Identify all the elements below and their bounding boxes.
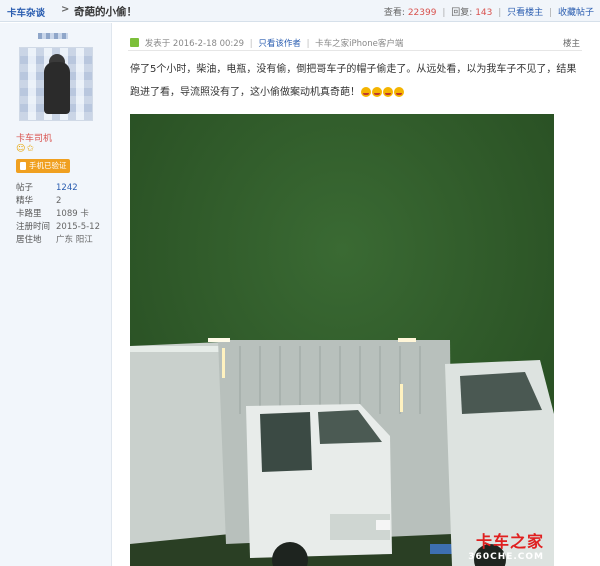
watermark-logo: 卡车之家 360CHE.COM <box>468 528 544 562</box>
phone-icon <box>20 162 26 170</box>
level-icons: ☺✩ <box>16 144 35 154</box>
post-time: 发表于 2016-2-18 00:29 <box>144 39 245 49</box>
breadcrumb-separator: > <box>61 4 70 15</box>
smile-icon: ☺ <box>16 144 27 154</box>
post-body: 停了5个小时，柴油，电瓶，没有偷，倒把哥车子的帽子偷走了。从远处看，以为我车子不… <box>130 58 582 106</box>
emoji-group <box>360 83 404 106</box>
post-image-icon <box>130 38 139 47</box>
thread-header: 卡车杂谈 > 奇葩的小偷！ 查看: 22399 | 回复: 143 | 只看楼主… <box>0 0 600 22</box>
floor-label: 楼主 <box>562 39 580 49</box>
laugh-emoji-icon <box>394 87 404 97</box>
laugh-emoji-icon <box>383 87 393 97</box>
user-rank: 卡车司机 <box>16 134 53 144</box>
divider <box>128 50 582 51</box>
user-info-row: 卡路里 1089 卡 <box>16 209 89 219</box>
user-info-row: 注册时间 2015-5-12 <box>16 222 100 232</box>
verified-label: 手机已验证 <box>29 161 67 170</box>
favorite-link[interactable]: 收藏帖子 <box>558 8 594 18</box>
truck-night-photo <box>130 114 554 566</box>
thread-stats: 查看: 22399 | 回复: 143 | 只看楼主 | 收藏帖子 <box>383 8 594 18</box>
user-info-row: 帖子 1242 <box>16 183 78 193</box>
user-info: 帖子 1242 精华 2 卡路里 1089 卡 注册时间 2015-5-12 居住地 广东… <box>16 182 108 247</box>
avatar[interactable] <box>19 47 93 121</box>
replies-count: 143 <box>475 8 493 18</box>
post-text: 停了5个小时，柴油，电瓶，没有偷，倒把哥车子的帽子偷走了。从远处看，以为我车子不… <box>130 64 577 98</box>
user-info-row: 居住地 广东 阳江 <box>16 235 93 245</box>
phone-verified-badge: 手机已验证 <box>16 159 70 173</box>
star-icon: ✩ <box>26 144 35 154</box>
user-panel: 卡车司机 ☺✩ 手机已验证 帖子 1242 精华 2 卡路里 1089 卡 注册时间 2… <box>0 23 112 566</box>
watermark-en: 360CHE.COM <box>468 552 544 562</box>
posts-count-link[interactable]: 1242 <box>56 183 78 193</box>
breadcrumb-forum[interactable]: 卡车杂谈 <box>7 5 45 19</box>
thread-title: 奇葩的小偷！ <box>74 6 137 18</box>
views-count: 22399 <box>407 8 437 18</box>
laugh-emoji-icon <box>372 87 382 97</box>
user-info-row: 精华 2 <box>16 196 62 206</box>
post-client: 卡车之家iPhone客户端 <box>315 39 404 49</box>
replies-label: 回复: <box>451 8 473 18</box>
post-photo[interactable]: 卡车之家 360CHE.COM <box>130 114 554 566</box>
views-label: 查看: <box>383 8 405 18</box>
username-blurred[interactable] <box>38 33 68 39</box>
post-meta: 发表于 2016-2-18 00:29 | 只看该作者 | 卡车之家iPhone… <box>130 37 403 49</box>
only-op-link[interactable]: 只看楼主 <box>507 8 543 18</box>
only-author-link[interactable]: 只看该作者 <box>258 39 301 49</box>
laugh-emoji-icon <box>361 87 371 97</box>
watermark-cn: 卡车之家 <box>475 532 544 551</box>
